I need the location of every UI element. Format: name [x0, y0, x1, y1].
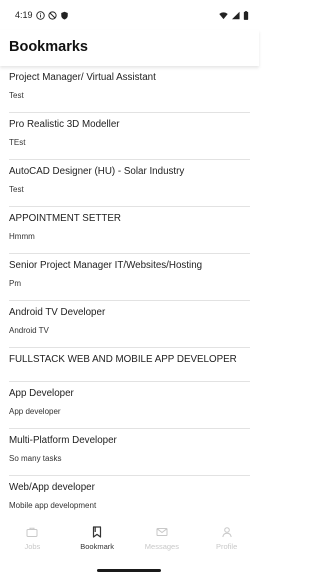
bookmark-list[interactable]: Project Manager/ Virtual Assistant Test … — [0, 66, 259, 518]
bookmark-item[interactable]: APPOINTMENT SETTER Hmmm — [0, 207, 259, 254]
bottom-nav: Jobs Bookmark Messages Profile — [0, 518, 259, 558]
tab-label: Jobs — [24, 542, 41, 551]
bookmark-subtitle: So many tasks — [9, 454, 62, 463]
bookmark-item[interactable]: Senior Project Manager IT/Websites/Hosti… — [0, 254, 259, 301]
bookmark-title: FULLSTACK WEB AND MOBILE APP DEVELOPER — [9, 354, 237, 365]
envelope-icon — [156, 526, 168, 538]
bookmark-item[interactable]: AutoCAD Designer (HU) - Solar Industry T… — [0, 160, 259, 207]
tab-jobs[interactable]: Jobs — [0, 518, 65, 558]
bookmark-subtitle: Test — [9, 91, 24, 100]
bookmark-title: APPOINTMENT SETTER — [9, 213, 121, 224]
bookmark-subtitle: App developer — [9, 407, 61, 416]
bookmark-subtitle: Mobile app development — [9, 501, 97, 510]
bookmark-title: AutoCAD Designer (HU) - Solar Industry — [9, 166, 185, 177]
wifi-icon — [219, 11, 228, 20]
tab-profile[interactable]: Profile — [194, 518, 259, 558]
status-right — [219, 10, 249, 20]
bookmark-subtitle: Hmmm — [9, 232, 35, 241]
shield-icon — [60, 11, 69, 20]
tab-label: Bookmark — [80, 542, 114, 551]
bookmark-title: Web/App developer — [9, 482, 95, 493]
bookmark-item[interactable]: Pro Realistic 3D Modeller TEst — [0, 113, 259, 160]
person-icon — [221, 526, 233, 538]
bookmark-icon — [91, 526, 103, 538]
bookmark-item[interactable]: Multi-Platform Developer So many tasks — [0, 429, 259, 476]
battery-icon — [243, 10, 249, 20]
gesture-bar[interactable] — [97, 569, 161, 572]
do-not-disturb-icon — [47, 10, 57, 20]
bookmark-subtitle: Pm — [9, 279, 21, 288]
status-time: 4:19 — [15, 10, 33, 20]
bookmark-item[interactable]: App Developer App developer — [0, 382, 259, 429]
signal-icon — [231, 11, 240, 20]
tab-label: Profile — [215, 542, 238, 551]
status-bar: 4:19 — [0, 0, 259, 30]
tab-label: Messages — [144, 542, 179, 551]
info-icon — [35, 10, 45, 20]
bookmark-title: Senior Project Manager IT/Websites/Hosti… — [9, 260, 203, 271]
bookmark-title: Pro Realistic 3D Modeller — [9, 119, 120, 130]
tab-messages[interactable]: Messages — [130, 518, 195, 558]
bookmark-subtitle: Android TV — [9, 326, 49, 335]
bookmark-item[interactable]: Project Manager/ Virtual Assistant Test — [0, 66, 259, 113]
bookmark-item[interactable]: FULLSTACK WEB AND MOBILE APP DEVELOPER — [0, 348, 259, 382]
bookmark-item[interactable]: Web/App developer Mobile app development — [0, 476, 259, 518]
bookmark-title: App Developer — [9, 388, 74, 399]
bookmark-subtitle: TEst — [9, 138, 26, 147]
tab-bookmark[interactable]: Bookmark — [65, 518, 130, 558]
bookmark-title: Multi-Platform Developer — [9, 435, 117, 446]
page-title: Bookmarks — [9, 39, 88, 55]
status-left: 4:19 — [15, 10, 69, 20]
briefcase-icon — [26, 526, 38, 538]
app-header: Bookmarks — [0, 30, 259, 66]
bookmark-title: Project Manager/ Virtual Assistant — [9, 72, 156, 83]
bookmark-item[interactable]: Android TV Developer Android TV — [0, 301, 259, 348]
bookmark-title: Android TV Developer — [9, 307, 106, 318]
bookmark-subtitle: Test — [9, 185, 24, 194]
